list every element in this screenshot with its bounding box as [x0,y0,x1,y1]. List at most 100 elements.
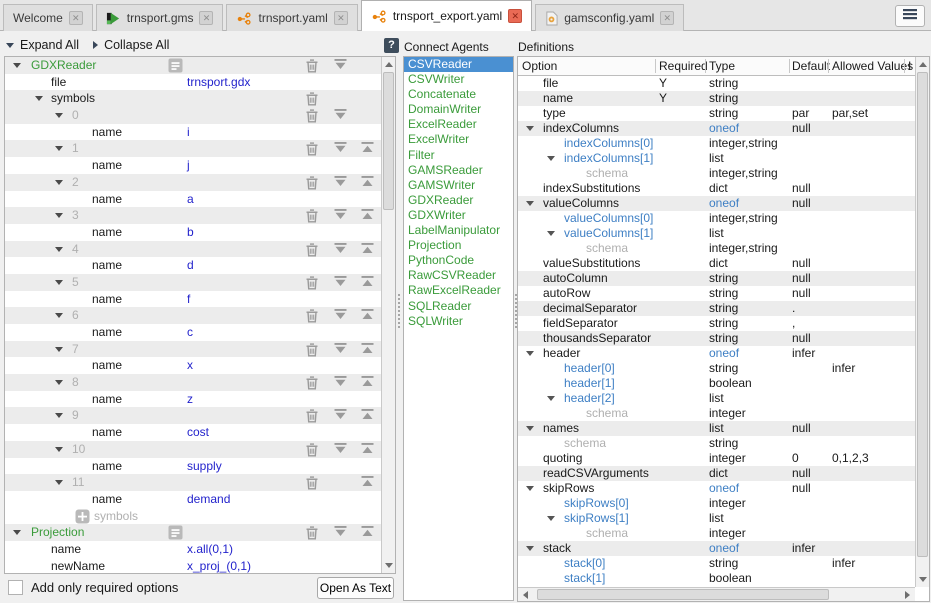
scroll-down-button[interactable] [382,559,395,572]
delete-button[interactable] [305,408,321,423]
tab-close-icon[interactable]: ✕ [660,11,674,25]
option-name[interactable]: skipRows[1] [564,511,629,526]
option-name[interactable]: skipRows[0] [564,496,629,511]
tree-row-symbols[interactable]: symbols [5,508,381,525]
tree-row-name[interactable]: namesupply [5,458,381,475]
tree-row-name[interactable]: namecost [5,424,381,441]
move-down-button[interactable] [333,108,349,123]
tree-row-Projection[interactable]: Projection [5,524,381,541]
move-up-button[interactable] [360,175,376,190]
agent-item-Filter[interactable]: Filter [404,148,513,163]
delete-button[interactable] [305,308,321,323]
scroll-up-button[interactable] [916,58,929,71]
definitions-vertical-scrollbar[interactable] [915,57,929,587]
move-down-button[interactable] [333,58,349,73]
agent-item-PythonCode[interactable]: PythonCode [404,253,513,268]
scroll-down-button[interactable] [916,573,929,586]
delete-button[interactable] [305,175,321,190]
tree-row-1[interactable]: 1 [5,140,381,157]
agent-item-SQLWriter[interactable]: SQLWriter [404,314,513,329]
tree-row-3[interactable]: 3 [5,207,381,224]
delete-button[interactable] [305,208,321,223]
expander-icon[interactable] [547,231,555,236]
expander-icon[interactable] [55,113,63,118]
tree-value[interactable]: d [187,257,194,274]
tree-row-name[interactable]: namec [5,324,381,341]
expander-icon[interactable] [55,380,63,385]
tree-row-9[interactable]: 9 [5,407,381,424]
tree-row-name[interactable]: nameb [5,224,381,241]
agent-item-CSVWriter[interactable]: CSVWriter [404,72,513,87]
tree-row-11[interactable]: 11 [5,474,381,491]
type-cell[interactable]: oneof [709,346,739,361]
tree-row-name[interactable]: namex.all(0,1) [5,541,381,558]
agent-item-Concatenate[interactable]: Concatenate [404,87,513,102]
agent-item-ExcelReader[interactable]: ExcelReader [404,117,513,132]
scroll-right-button[interactable] [901,588,914,601]
tab-trnsport_export.yaml[interactable]: trnsport_export.yaml✕ [361,0,532,31]
option-name[interactable]: valueColumns[1] [564,226,653,241]
definitions-horizontal-scrollbar[interactable] [518,587,915,601]
expander-icon[interactable] [526,486,534,491]
agent-item-RawCSVReader[interactable]: RawCSVReader [404,268,513,283]
scroll-thumb[interactable] [383,72,394,210]
tree-row-name[interactable]: namei [5,124,381,141]
delete-button[interactable] [305,58,321,73]
expander-icon[interactable] [526,426,534,431]
expander-icon[interactable] [13,530,21,535]
tree-value[interactable]: i [187,124,190,141]
tree-row-name[interactable]: namedemand [5,491,381,508]
collapse-all-button[interactable]: Collapse All [93,38,169,52]
tree-row-4[interactable]: 4 [5,241,381,258]
delete-button[interactable] [305,108,321,123]
tree-row-8[interactable]: 8 [5,374,381,391]
tree-value[interactable]: a [187,191,194,208]
agent-item-GAMSWriter[interactable]: GAMSWriter [404,178,513,193]
agent-item-LabelManipulator[interactable]: LabelManipulator [404,223,513,238]
hamburger-menu-button[interactable] [895,5,925,27]
tree-row-name[interactable]: namez [5,391,381,408]
move-down-button[interactable] [333,375,349,390]
type-cell[interactable]: oneof [709,541,739,556]
agent-item-ExcelWriter[interactable]: ExcelWriter [404,132,513,147]
delete-button[interactable] [305,475,321,490]
tree-row-GDXReader[interactable]: GDXReader [5,57,381,74]
delete-button[interactable] [305,525,321,540]
expander-icon[interactable] [55,313,63,318]
move-down-button[interactable] [333,442,349,457]
tree-value[interactable]: c [187,324,193,341]
expander-icon[interactable] [55,213,63,218]
option-name[interactable]: indexColumns[0] [564,136,653,151]
help-icon[interactable]: ? [384,38,399,53]
expander-icon[interactable] [55,480,63,485]
open-as-text-button[interactable]: Open As Text [317,577,394,599]
move-up-button[interactable] [360,475,376,490]
move-up-button[interactable] [360,442,376,457]
move-down-button[interactable] [333,525,349,540]
scroll-up-button[interactable] [382,58,395,71]
tab-close-icon[interactable]: ✕ [199,11,213,25]
agent-item-SQLReader[interactable]: SQLReader [404,299,513,314]
expander-icon[interactable] [526,351,534,356]
tree-row-file[interactable]: filetrnsport.gdx [5,74,381,91]
tree-row-name[interactable]: namex [5,357,381,374]
tree-vertical-scrollbar[interactable] [381,57,395,573]
move-up-button[interactable] [360,375,376,390]
delete-button[interactable] [305,242,321,257]
scroll-thumb[interactable] [917,72,928,557]
tab-close-icon[interactable]: ✕ [508,9,522,23]
scroll-thumb[interactable] [537,589,829,600]
tab-Welcome[interactable]: Welcome✕ [3,4,93,31]
agent-item-GAMSReader[interactable]: GAMSReader [404,163,513,178]
delete-button[interactable] [305,275,321,290]
move-down-button[interactable] [333,408,349,423]
tab-close-icon[interactable]: ✕ [334,11,348,25]
tab-trnsport.gms[interactable]: trnsport.gms✕ [96,4,224,31]
tree-value[interactable]: x [187,357,193,374]
tree-value[interactable]: demand [187,491,230,508]
splitter-handle[interactable] [398,294,400,328]
tree-row-name[interactable]: namef [5,291,381,308]
expander-icon[interactable] [55,180,63,185]
agent-item-Projection[interactable]: Projection [404,238,513,253]
tree-row-name[interactable]: namea [5,191,381,208]
